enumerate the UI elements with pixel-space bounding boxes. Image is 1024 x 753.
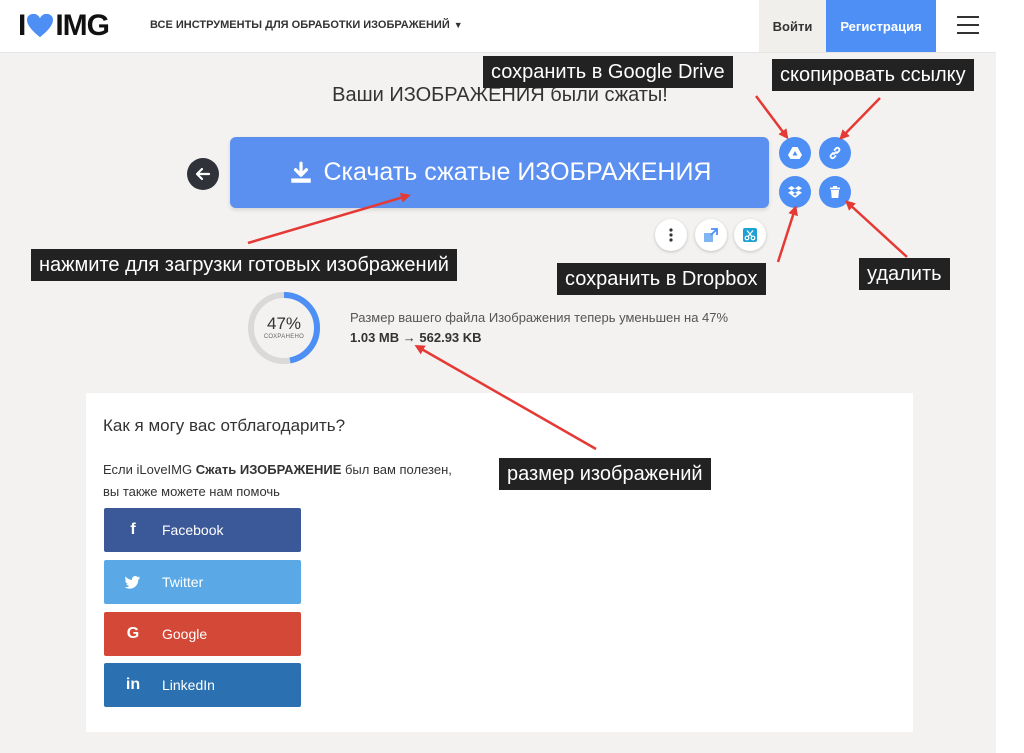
copy-link-button[interactable] [819,137,851,169]
thanks-text-line2: вы также можете нам помочь [103,484,280,499]
tools-menu[interactable]: ВСЕ ИНСТРУМЕНТЫ ДЛЯ ОБРАБОТКИ ИЗОБРАЖЕНИ… [150,19,463,31]
size-values: 1.03 MB → 562.93 KB [350,330,482,345]
google-drive-button[interactable] [779,137,811,169]
link-icon [829,146,841,160]
twitter-label: Twitter [162,574,204,590]
register-button[interactable]: Регистрация [826,0,936,52]
heart-icon [27,13,54,38]
size-description: Размер вашего файла Изображения теперь у… [350,310,729,325]
trash-icon [830,186,840,198]
resize-tool-button[interactable] [695,219,727,251]
facebook-share-button[interactable]: f Facebook [104,508,301,552]
size-before: 1.03 MB [350,330,400,345]
thanks-title: Как я могу вас отблагодарить? [103,416,346,435]
more-options-button[interactable] [655,219,687,251]
hamburger-menu-icon[interactable] [957,16,979,34]
linkedin-share-button[interactable]: in LinkedIn [104,663,301,707]
logo-letter: I [18,9,26,42]
dropbox-icon [788,186,802,198]
facebook-label: Facebook [162,522,224,538]
twitter-icon [104,574,162,590]
annotation-delete: удалить [859,258,950,290]
caret-down-icon: ▼ [453,20,463,30]
twitter-share-button[interactable]: Twitter [104,560,301,604]
annotation-dropbox: сохранить в Dropbox [557,263,766,295]
google-drive-icon [788,147,802,159]
saved-percent: 47% [266,314,302,333]
saved-label: СОХРАНЕНО [263,334,305,340]
annotation-google-drive: сохранить в Google Drive [483,56,733,88]
annotation-download: нажмите для загрузки готовых изображений [31,249,457,281]
download-label: Скачать сжатые ИЗОБРАЖЕНИЯ [323,158,712,186]
google-icon: G [126,625,140,642]
back-button[interactable] [187,158,219,190]
facebook-icon: f [130,521,136,538]
arrow-left-icon [195,167,211,181]
kebab-menu-icon [669,228,673,242]
crop-tool-button[interactable] [734,219,766,251]
download-button[interactable]: Скачать сжатые ИЗОБРАЖЕНИЯ [230,137,769,208]
logo[interactable]: I IMG [18,9,110,42]
size-after: 562.93 KB [419,330,482,345]
thanks-text-tool: Сжать ИЗОБРАЖЕНИЕ [195,462,342,477]
annotation-size: размер изображений [499,458,711,490]
arrow-right-icon: → [402,330,420,345]
thanks-text-prefix: Если iLoveIMG [103,462,196,477]
download-icon [290,161,311,183]
annotation-copy-link: скопировать ссылку [772,59,974,91]
linkedin-icon: in [125,676,141,693]
logo-text: IMG [55,9,110,42]
login-button[interactable]: Войти [759,0,826,52]
thanks-text-suffix: был вам полезен, [341,462,452,477]
dropbox-button[interactable] [779,176,811,208]
thanks-text: Если iLoveIMG Сжать ИЗОБРАЖЕНИЕ был вам … [103,462,452,477]
resize-image-icon [704,228,718,242]
right-margin [996,0,1024,753]
tools-menu-label: ВСЕ ИНСТРУМЕНТЫ ДЛЯ ОБРАБОТКИ ИЗОБРАЖЕНИ… [150,19,450,31]
scissors-icon [743,228,757,242]
top-header: I IMG ВСЕ ИНСТРУМЕНТЫ ДЛЯ ОБРАБОТКИ ИЗОБ… [0,0,996,53]
delete-button[interactable] [819,176,851,208]
google-label: Google [162,626,208,642]
google-share-button[interactable]: G Google [104,612,301,656]
linkedin-label: LinkedIn [162,677,215,693]
